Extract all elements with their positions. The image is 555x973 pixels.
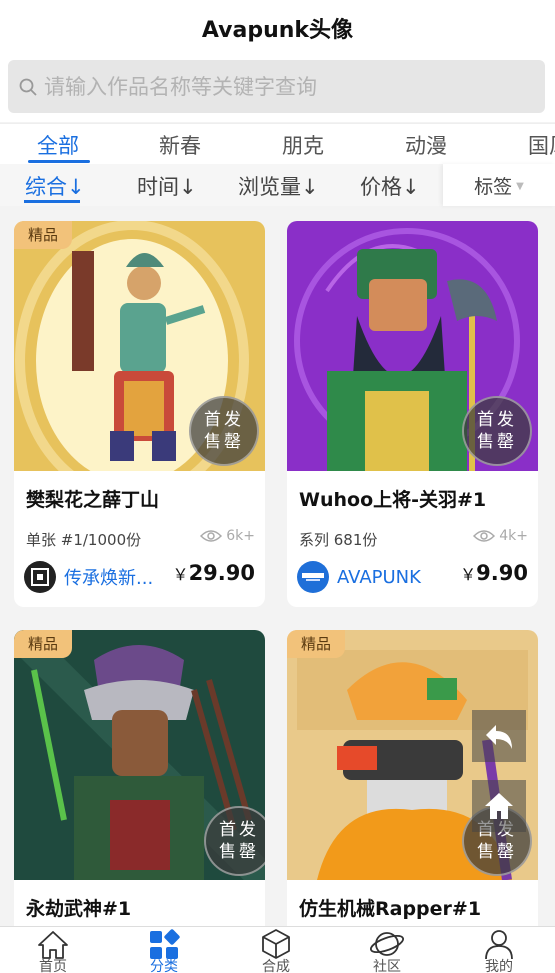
artwork-image: 精品 首发 售罄 bbox=[14, 630, 265, 880]
category-icon bbox=[150, 929, 180, 959]
user-icon bbox=[485, 930, 513, 960]
search-bar bbox=[0, 56, 555, 122]
search-box[interactable] bbox=[8, 60, 545, 113]
sort-time[interactable]: 时间↓ bbox=[137, 171, 197, 201]
nav-home[interactable]: 首页 bbox=[13, 927, 93, 973]
card-title: 永劫武神#1 bbox=[26, 898, 132, 920]
card-title: 仿生机械Rapper#1 bbox=[299, 898, 482, 920]
creator-name: 传承焕新... bbox=[64, 568, 154, 589]
nav-home-label: 首页 bbox=[39, 959, 67, 973]
nav-category[interactable]: 分类 bbox=[124, 927, 204, 973]
card-edition: 单张 #1/1000份 bbox=[26, 531, 142, 549]
premium-badge: 精品 bbox=[14, 630, 73, 658]
sold-out-line1: 首发 bbox=[477, 410, 517, 430]
sort-views[interactable]: 浏览量↓ bbox=[238, 171, 319, 201]
sold-out-badge: 首发 售罄 bbox=[204, 806, 265, 876]
nav-category-label: 分类 bbox=[150, 959, 178, 973]
sort-bar: 综合↓ 时间↓ 浏览量↓ 价格↓ 标签 ▼ bbox=[0, 164, 555, 206]
sold-out-line2: 售罄 bbox=[219, 842, 259, 862]
premium-badge: 精品 bbox=[287, 630, 346, 658]
caret-down-icon: ▼ bbox=[516, 180, 524, 192]
creator-link[interactable]: 传承焕新... bbox=[24, 561, 153, 593]
premium-badge: 精品 bbox=[14, 221, 73, 249]
currency-symbol: ￥ bbox=[460, 565, 477, 584]
page-title: Avapunk头像 bbox=[201, 18, 354, 43]
price-value: 29.90 bbox=[188, 561, 255, 585]
back-arrow-icon bbox=[486, 725, 512, 749]
category-tabs: 全部 新春 朋克 动漫 国风 bbox=[0, 123, 555, 164]
eye-icon bbox=[200, 530, 223, 542]
home-icon bbox=[38, 931, 68, 959]
tab-anime[interactable]: 动漫 bbox=[405, 130, 447, 160]
tag-filter-label: 标签 bbox=[474, 175, 513, 198]
tag-filter-button[interactable]: 标签 ▼ bbox=[443, 164, 555, 206]
home-icon bbox=[485, 793, 513, 819]
cube-icon bbox=[262, 929, 290, 959]
planet-icon bbox=[370, 932, 404, 956]
tab-guofeng[interactable]: 国风 bbox=[528, 130, 555, 160]
back-button[interactable] bbox=[472, 710, 526, 762]
nav-community[interactable]: 社区 bbox=[347, 927, 427, 973]
sold-out-line2: 售罄 bbox=[477, 842, 517, 862]
home-float-button[interactable] bbox=[472, 780, 526, 832]
active-sort-indicator bbox=[24, 200, 80, 203]
price: ￥9.90 bbox=[460, 561, 528, 585]
eye-icon bbox=[473, 530, 496, 542]
currency-symbol: ￥ bbox=[172, 565, 189, 584]
tab-all[interactable]: 全部 bbox=[37, 130, 79, 160]
card-title: 樊梨花之薛丁山 bbox=[26, 489, 160, 511]
artwork-image: 首发 售罄 bbox=[287, 221, 538, 471]
view-count: 4k+ bbox=[473, 528, 528, 544]
search-input[interactable] bbox=[44, 74, 524, 99]
sort-price[interactable]: 价格↓ bbox=[360, 171, 420, 201]
tab-punk[interactable]: 朋克 bbox=[282, 130, 324, 160]
nav-synthesis[interactable]: 合成 bbox=[236, 927, 316, 973]
sold-out-line1: 首发 bbox=[204, 410, 244, 430]
nav-community-label: 社区 bbox=[373, 959, 401, 973]
search-icon bbox=[19, 78, 37, 96]
creator-avatar bbox=[24, 561, 56, 593]
active-tab-indicator bbox=[28, 160, 90, 163]
app-header: Avapunk头像 bbox=[0, 0, 555, 56]
view-count: 6k+ bbox=[200, 528, 255, 544]
sold-out-line1: 首发 bbox=[219, 820, 259, 840]
sold-out-line2: 售罄 bbox=[204, 432, 244, 452]
creator-name: AVAPUNK bbox=[337, 566, 421, 588]
product-card[interactable]: 精品 首发 售罄 樊梨花之薛丁山 单张 #1/1000份 6k+ 传承焕新...… bbox=[14, 221, 265, 607]
product-card[interactable]: 精品 首发 售罄 永劫武神#1 bbox=[14, 630, 265, 950]
view-count-value: 4k+ bbox=[499, 528, 528, 544]
price-value: 9.90 bbox=[476, 561, 528, 585]
tab-new-spring[interactable]: 新春 bbox=[159, 130, 201, 160]
nav-mine[interactable]: 我的 bbox=[459, 927, 539, 973]
nav-synthesis-label: 合成 bbox=[262, 959, 290, 973]
view-count-value: 6k+ bbox=[226, 528, 255, 544]
creator-avatar bbox=[297, 561, 329, 593]
product-card[interactable]: 首发 售罄 Wuhoo上将-关羽#1 系列 681份 4k+ AVAPUNK ￥… bbox=[287, 221, 538, 607]
price: ￥29.90 bbox=[173, 561, 255, 585]
nav-mine-label: 我的 bbox=[485, 959, 513, 973]
sold-out-line2: 售罄 bbox=[477, 432, 517, 452]
sold-out-badge: 首发 售罄 bbox=[462, 396, 532, 466]
creator-link[interactable]: AVAPUNK bbox=[297, 561, 421, 593]
card-title: Wuhoo上将-关羽#1 bbox=[299, 489, 487, 511]
artwork-image: 精品 首发 售罄 bbox=[14, 221, 265, 471]
sort-comprehensive[interactable]: 综合↓ bbox=[25, 171, 85, 201]
bottom-nav: 首页 分类 合成 社区 我的 bbox=[0, 926, 555, 973]
sold-out-badge: 首发 售罄 bbox=[189, 396, 259, 466]
card-edition: 系列 681份 bbox=[299, 531, 378, 549]
